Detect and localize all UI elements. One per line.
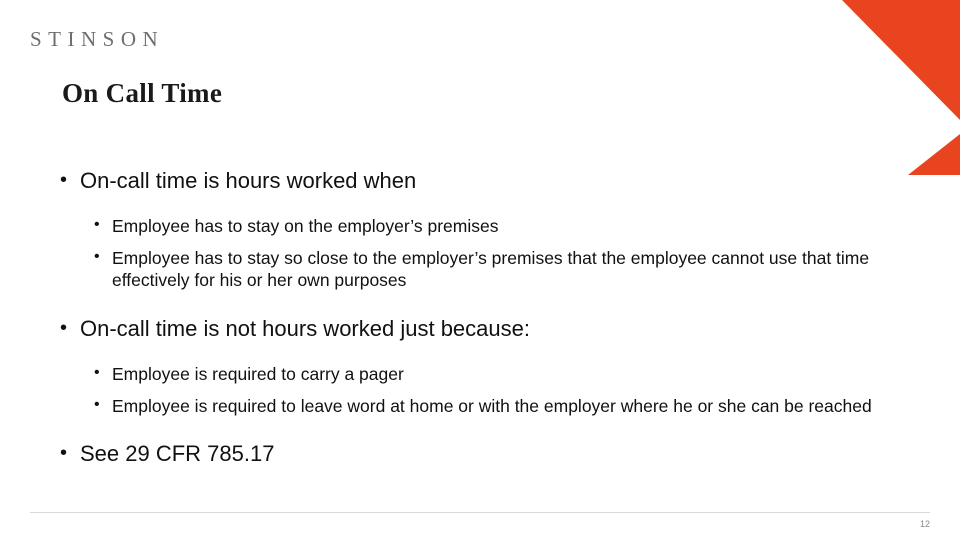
bullet-item: • See 29 CFR 785.17 <box>60 441 900 468</box>
bullet-item: • Employee has to stay so close to the e… <box>94 247 900 293</box>
logo-text: STINSON <box>30 27 165 51</box>
bullet-item: • On-call time is not hours worked just … <box>60 316 900 343</box>
slide: STINSON On Call Time • On-call time is h… <box>0 0 960 540</box>
bullet-marker: • <box>94 215 100 233</box>
bullet-text: Employee is required to leave word at ho… <box>112 395 872 416</box>
bullet-text: Employee is required to carry a pager <box>112 363 404 384</box>
bullet-item: • On-call time is hours worked when <box>60 168 900 195</box>
corner-decoration-icon <box>770 0 960 175</box>
bullet-text: Employee has to stay on the employer’s p… <box>112 215 499 236</box>
bullet-text: Employee has to stay so close to the emp… <box>112 247 870 291</box>
footer-divider <box>30 512 930 513</box>
bullet-marker: • <box>60 169 68 191</box>
bullet-text: See 29 CFR 785.17 <box>80 441 275 467</box>
bullet-marker: • <box>94 363 100 381</box>
bullet-marker: • <box>60 442 68 465</box>
page-number: 12 <box>919 519 930 529</box>
bullet-item: • Employee is required to leave word at … <box>94 395 900 418</box>
bullet-marker: • <box>94 395 100 413</box>
bullet-item: • Employee has to stay on the employer’s… <box>94 215 900 238</box>
page-title: On Call Time <box>62 78 223 108</box>
bullet-text: On-call time is hours worked when <box>80 168 417 193</box>
bullet-text: On-call time is not hours worked just be… <box>80 316 530 342</box>
bullet-marker: • <box>60 317 68 340</box>
bullet-marker: • <box>94 247 100 265</box>
slide-body: • On-call time is hours worked when • Em… <box>60 168 900 468</box>
bullet-item: • Employee is required to carry a pager <box>94 363 900 386</box>
stinson-logo: STINSON <box>30 26 260 52</box>
